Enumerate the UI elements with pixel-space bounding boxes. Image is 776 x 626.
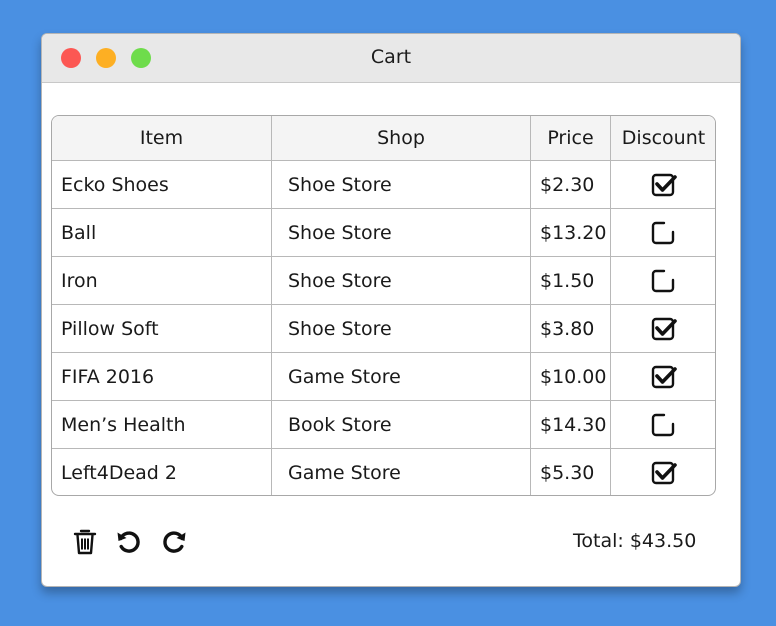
table-row[interactable]: Iron Shoe Store $1.50 <box>52 256 715 305</box>
delete-button[interactable] <box>69 526 101 558</box>
table-row[interactable]: Left4Dead 2 Game Store $5.30 <box>52 448 715 495</box>
shop-cell[interactable]: Shoe Store <box>271 160 531 209</box>
item-cell[interactable]: FIFA 2016 <box>52 352 272 401</box>
column-header-shop[interactable]: Shop <box>271 116 531 161</box>
cart-total: Total: $43.50 <box>573 530 697 552</box>
title-bar: Cart <box>42 34 740 83</box>
table-row[interactable]: Ball Shoe Store $13.20 <box>52 208 715 257</box>
table-header-row: Item Shop Price Discount <box>52 116 715 161</box>
table-row[interactable]: Pillow Soft Shoe Store $3.80 <box>52 304 715 353</box>
price-cell[interactable]: $13.20 <box>530 208 611 257</box>
discount-checkbox[interactable] <box>610 400 715 449</box>
checkbox-checked-icon <box>651 365 677 388</box>
price-cell[interactable]: $2.30 <box>530 160 611 209</box>
item-cell[interactable]: Iron <box>52 256 272 305</box>
cart-table: Item Shop Price Discount Ecko Shoes Shoe … <box>51 115 716 496</box>
discount-checkbox[interactable] <box>610 160 715 209</box>
redo-icon <box>163 531 186 553</box>
undo-icon <box>117 531 140 553</box>
table-row[interactable]: Ecko Shoes Shoe Store $2.30 <box>52 160 715 209</box>
shop-cell[interactable]: Game Store <box>271 448 531 495</box>
item-cell[interactable]: Men’s Health <box>52 400 272 449</box>
discount-checkbox[interactable] <box>610 304 715 353</box>
checkbox-unchecked-icon <box>651 413 674 436</box>
table-row[interactable]: FIFA 2016 Game Store $10.00 <box>52 352 715 401</box>
item-cell[interactable]: Ecko Shoes <box>52 160 272 209</box>
checkbox-checked-icon <box>651 173 677 196</box>
undo-button[interactable] <box>113 526 145 558</box>
item-cell[interactable]: Pillow Soft <box>52 304 272 353</box>
discount-checkbox[interactable] <box>610 256 715 305</box>
price-cell[interactable]: $5.30 <box>530 448 611 495</box>
price-cell[interactable]: $14.30 <box>530 400 611 449</box>
discount-checkbox[interactable] <box>610 208 715 257</box>
discount-checkbox[interactable] <box>610 352 715 401</box>
price-cell[interactable]: $10.00 <box>530 352 611 401</box>
checkbox-unchecked-icon <box>651 269 674 292</box>
shop-cell[interactable]: Shoe Store <box>271 256 531 305</box>
shop-cell[interactable]: Shoe Store <box>271 304 531 353</box>
window-title: Cart <box>370 46 412 68</box>
trash-icon <box>73 529 97 555</box>
shop-cell[interactable]: Shoe Store <box>271 208 531 257</box>
column-header-item[interactable]: Item <box>52 116 272 161</box>
price-cell[interactable]: $3.80 <box>530 304 611 353</box>
checkbox-unchecked-icon <box>651 221 674 244</box>
checkbox-checked-icon <box>651 317 677 340</box>
column-header-discount[interactable]: Discount <box>610 116 715 161</box>
price-cell[interactable]: $1.50 <box>530 256 611 305</box>
shop-cell[interactable]: Book Store <box>271 400 531 449</box>
redo-button[interactable] <box>158 526 190 558</box>
cart-window: Cart Item Shop Price Discount Ecko Shoes… <box>41 33 741 587</box>
discount-checkbox[interactable] <box>610 448 715 495</box>
shop-cell[interactable]: Game Store <box>271 352 531 401</box>
column-header-price[interactable]: Price <box>530 116 611 161</box>
item-cell[interactable]: Ball <box>52 208 272 257</box>
item-cell[interactable]: Left4Dead 2 <box>52 448 272 495</box>
checkbox-checked-icon <box>651 461 677 484</box>
table-row[interactable]: Men’s Health Book Store $14.30 <box>52 400 715 449</box>
